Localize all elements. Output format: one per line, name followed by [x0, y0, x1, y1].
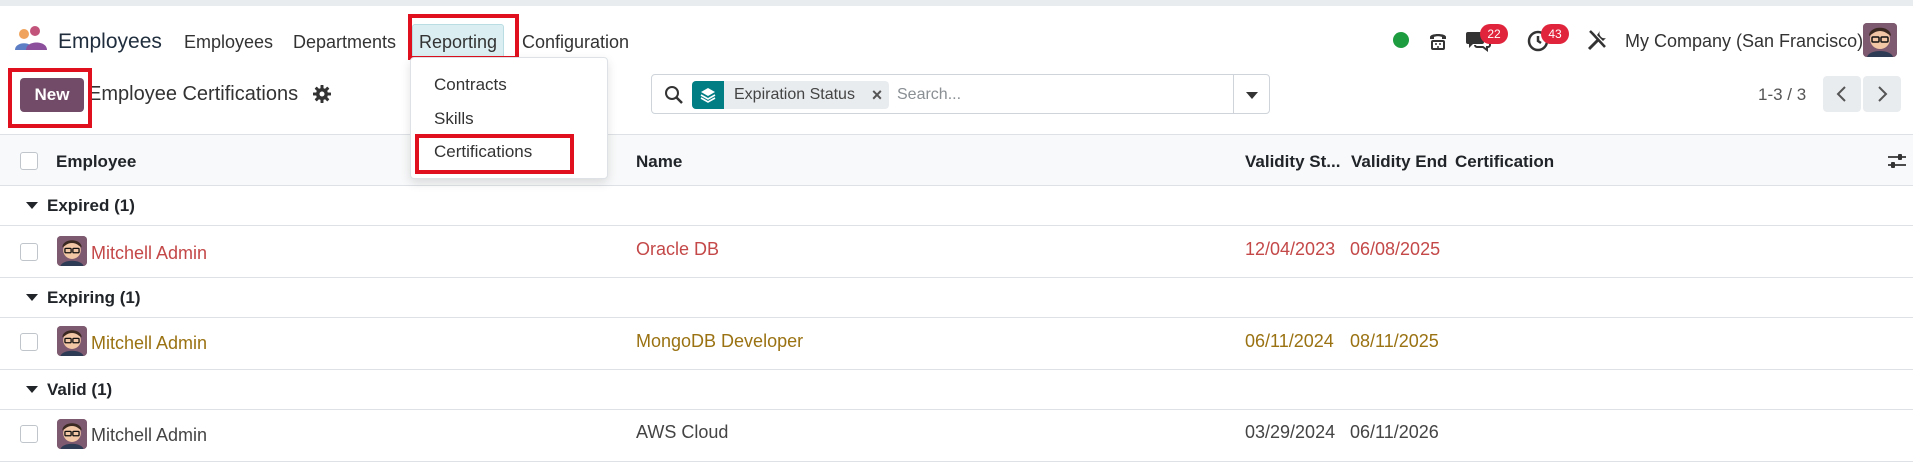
gear-icon[interactable] [312, 84, 332, 104]
new-button[interactable]: New [20, 78, 84, 112]
cell-employee: Mitchell Admin [91, 243, 208, 263]
cell-name: AWS Cloud [636, 422, 729, 442]
app-name[interactable]: Employees [58, 30, 162, 54]
employee-avatar [57, 326, 87, 356]
table-row[interactable]: Mitchell Admin Oracle DB 12/04/2023 06/0… [0, 226, 1913, 278]
menu-reporting[interactable]: Reporting [412, 24, 504, 60]
row-checkbox[interactable] [20, 333, 38, 351]
group-label: Expiring (1) [47, 288, 141, 307]
layers-icon [692, 81, 724, 109]
caret-down-icon [26, 386, 38, 393]
column-name[interactable]: Name [636, 152, 682, 172]
user-avatar[interactable] [1863, 23, 1897, 57]
menu-employees[interactable]: Employees [184, 32, 273, 53]
chevron-right-icon [1878, 86, 1888, 102]
cell-name: MongoDB Developer [636, 331, 804, 351]
row-checkbox[interactable] [20, 243, 38, 261]
search-icon[interactable] [664, 85, 684, 105]
column-employee[interactable]: Employee [56, 152, 136, 172]
search-bar: Expiration Status × [651, 74, 1234, 114]
group-header-expired[interactable]: Expired (1) [0, 186, 1913, 226]
cell-validity-end: 08/11/2025 [1350, 331, 1439, 351]
debug-tools-icon[interactable] [1586, 28, 1610, 52]
row-checkbox[interactable] [20, 425, 38, 443]
cell-employee: Mitchell Admin [91, 425, 208, 445]
cell-validity-start: 12/04/2023 [1245, 239, 1336, 259]
caret-down-icon [26, 202, 38, 209]
table-row[interactable]: Mitchell Admin AWS Cloud 03/29/2024 06/1… [0, 410, 1913, 462]
employee-avatar [57, 236, 87, 266]
pager-next-button[interactable] [1863, 76, 1901, 112]
pager-previous-button[interactable] [1823, 76, 1861, 112]
messages-badge: 22 [1480, 24, 1508, 44]
menu-item-certifications[interactable]: Certifications [434, 142, 532, 162]
company-switcher[interactable]: My Company (San Francisco) [1625, 31, 1863, 52]
pager-value[interactable]: 1-3 / 3 [1758, 85, 1806, 105]
group-label: Valid (1) [47, 380, 113, 399]
search-facet: Expiration Status × [692, 81, 889, 109]
group-header-valid[interactable]: Valid (1) [0, 370, 1913, 410]
menu-departments[interactable]: Departments [293, 32, 396, 53]
search-options-toggle[interactable] [1233, 74, 1270, 114]
column-validity-end[interactable]: Validity End [1351, 152, 1447, 172]
group-header-expiring[interactable]: Expiring (1) [0, 278, 1913, 318]
top-navbar: Employees Employees Departments Reportin… [0, 0, 1913, 70]
menu-item-contracts[interactable]: Contracts [434, 75, 507, 95]
column-validity-start[interactable]: Validity St... [1245, 152, 1340, 172]
cell-validity-end: 06/08/2025 [1350, 239, 1441, 259]
menu-configuration[interactable]: Configuration [522, 32, 629, 53]
employees-app-icon[interactable] [14, 26, 48, 52]
optional-columns-sliders-icon[interactable] [1887, 152, 1907, 170]
cell-validity-end: 06/11/2026 [1350, 422, 1439, 442]
activities-badge: 43 [1541, 24, 1569, 44]
cell-validity-start: 06/11/2024 [1245, 331, 1334, 351]
cell-validity-start: 03/29/2024 [1245, 422, 1336, 442]
chevron-left-icon [1836, 86, 1846, 102]
search-input[interactable] [897, 83, 1217, 107]
column-certification[interactable]: Certification [1455, 152, 1554, 172]
phone-icon[interactable] [1426, 28, 1450, 52]
cell-employee: Mitchell Admin [91, 333, 208, 353]
select-all-checkbox[interactable] [20, 152, 38, 170]
caret-down-icon [26, 294, 38, 301]
facet-label: Expiration Status [734, 86, 855, 103]
employee-avatar [57, 419, 87, 449]
menu-item-skills[interactable]: Skills [434, 109, 474, 129]
list-header: Employee Name Validity St... Validity En… [0, 134, 1913, 186]
reporting-dropdown-menu: Contracts Skills Certifications [410, 57, 608, 179]
group-label: Expired (1) [47, 196, 135, 215]
facet-remove-icon[interactable]: × [865, 85, 889, 106]
cell-name: Oracle DB [636, 239, 720, 259]
table-row[interactable]: Mitchell Admin MongoDB Developer 06/11/2… [0, 318, 1913, 370]
presence-status-icon[interactable] [1393, 32, 1409, 48]
page-title: Employee Certifications [88, 83, 299, 105]
